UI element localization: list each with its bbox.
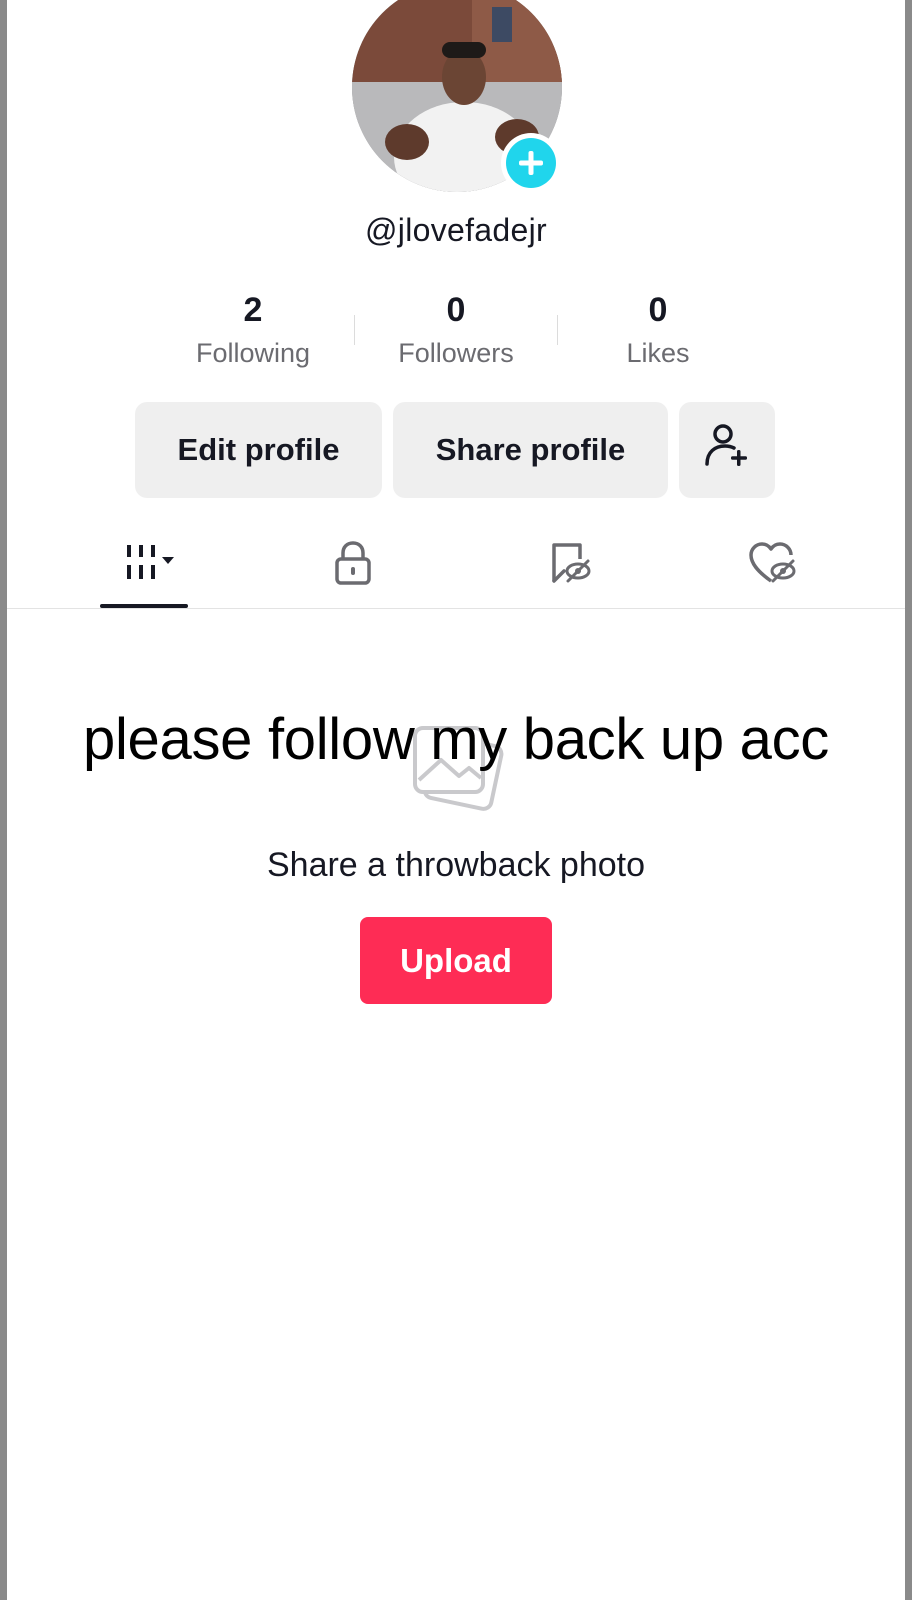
stat-following-value: 2 — [243, 291, 263, 329]
stat-following-label: Following — [195, 338, 311, 368]
stat-followers-label: Followers — [398, 338, 514, 368]
upload-button[interactable]: Upload — [360, 917, 552, 1004]
tabs-divider — [7, 608, 905, 609]
profile-screen: @jlovefadejr 2 Following 0 Followers 0 L… — [7, 0, 905, 1600]
lock-icon — [331, 539, 375, 592]
stat-likes-label: Likes — [626, 338, 690, 368]
username: @jlovefadejr — [365, 212, 547, 248]
videos-grid-icon — [117, 541, 183, 590]
add-story-button[interactable] — [501, 133, 561, 193]
stat-followers[interactable]: 0 Followers — [356, 290, 556, 369]
tab-videos[interactable] — [100, 535, 200, 595]
favorites-hidden-icon — [546, 539, 594, 592]
share-profile-button[interactable]: Share profile — [393, 402, 668, 498]
stat-likes[interactable]: 0 Likes — [558, 290, 758, 369]
liked-hidden-icon — [747, 539, 799, 592]
stat-following[interactable]: 2 Following — [153, 290, 353, 369]
add-friends-button[interactable] — [679, 402, 775, 498]
overlay-caption: please follow my back up acc — [83, 707, 829, 772]
stat-likes-value: 0 — [648, 291, 668, 329]
tab-favorites[interactable] — [520, 535, 620, 595]
add-user-icon — [703, 422, 751, 478]
tab-private[interactable] — [303, 535, 403, 595]
stat-followers-value: 0 — [446, 291, 466, 329]
edit-profile-button[interactable]: Edit profile — [135, 402, 382, 498]
tab-liked[interactable] — [723, 535, 823, 595]
empty-state-text: Share a throwback photo — [266, 846, 646, 884]
stat-divider — [354, 315, 355, 345]
plus-icon — [506, 138, 556, 188]
